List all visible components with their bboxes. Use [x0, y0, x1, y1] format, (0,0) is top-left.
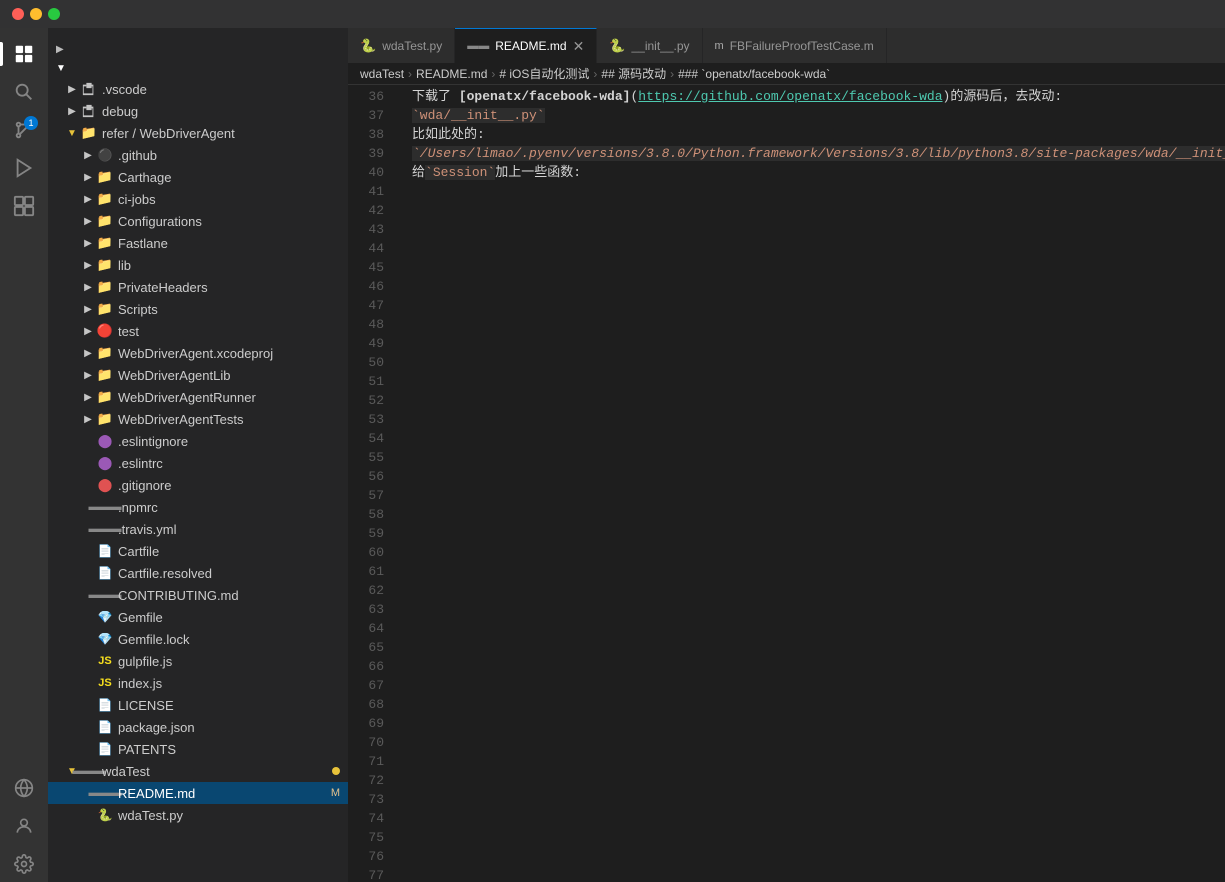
tree-item-wdatestpy[interactable]: ▶ 🐍 wdaTest.py — [48, 804, 348, 826]
activity-accounts[interactable] — [6, 808, 42, 844]
tree-item-wdalib[interactable]: ▶ 📁 WebDriverAgentLib — [48, 364, 348, 386]
project-header[interactable]: ▼ — [48, 59, 348, 78]
tree-item-privateheaders[interactable]: ▶ 📁 PrivateHeaders — [48, 276, 348, 298]
activity-explorer[interactable] — [6, 36, 42, 72]
tree-item-license[interactable]: ▶ 📄 LICENSE — [48, 694, 348, 716]
tree-item-carthage[interactable]: ▶ 📁 Carthage — [48, 166, 348, 188]
tree-item-vscode[interactable]: ▶ .vscode — [48, 78, 348, 100]
sidebar: ▶ ▼ ▶ .vscode ▶ — [48, 28, 348, 882]
tree-item-wdatest-folder[interactable]: ▼ ▬▬▬ wdaTest — [48, 760, 348, 782]
tree-item-contributing[interactable]: ▶ ▬▬▬ CONTRIBUTING.md — [48, 584, 348, 606]
file-tree: ▶ .vscode ▶ debug ▼ 📁 refer / W — [48, 78, 348, 882]
tree-item-eslintignore[interactable]: ▶ ⬤ .eslintignore — [48, 430, 348, 452]
tree-item-gemfile[interactable]: ▶ 💎 Gemfile — [48, 606, 348, 628]
tree-item-cartfileresolved[interactable]: ▶ 📄 Cartfile.resolved — [48, 562, 348, 584]
tree-item-packagejson[interactable]: ▶ 📄 package.json — [48, 716, 348, 738]
tree-item-eslintrc[interactable]: ▶ ⬤ .eslintrc — [48, 452, 348, 474]
tree-item-refer[interactable]: ▼ 📁 refer / WebDriverAgent — [48, 122, 348, 144]
tree-item-debug[interactable]: ▶ debug — [48, 100, 348, 122]
tabs-bar: 🐍 wdaTest.py ▬▬ README.md ✕ 🐍 __init__.p… — [348, 28, 1225, 63]
source-control-badge: 1 — [24, 116, 38, 130]
activity-search[interactable] — [6, 74, 42, 110]
readme-m-badge: M — [331, 787, 340, 799]
activity-bar: 1 — [0, 28, 48, 882]
maximize-button[interactable] — [48, 8, 60, 20]
tree-item-configurations[interactable]: ▶ 📁 Configurations — [48, 210, 348, 232]
tree-item-gemfilelock[interactable]: ▶ 💎 Gemfile.lock — [48, 628, 348, 650]
tree-item-gitignore[interactable]: ▶ ⬤ .gitignore — [48, 474, 348, 496]
close-button[interactable] — [12, 8, 24, 20]
editor-area: 🐍 wdaTest.py ▬▬ README.md ✕ 🐍 __init__.p… — [348, 28, 1225, 882]
activity-source-control[interactable]: 1 — [6, 112, 42, 148]
tree-item-test[interactable]: ▶ 🔴 test — [48, 320, 348, 342]
tree-item-wdarunner[interactable]: ▶ 📁 WebDriverAgentRunner — [48, 386, 348, 408]
tree-item-gulpfile[interactable]: ▶ JS gulpfile.js — [48, 650, 348, 672]
tree-item-wdatests[interactable]: ▶ 📁 WebDriverAgentTests — [48, 408, 348, 430]
tab-init[interactable]: 🐍 __init__.py — [597, 28, 702, 63]
tree-item-npmrc[interactable]: ▶ ▬▬▬ .npmrc — [48, 496, 348, 518]
editor-code[interactable]: 下载了 [openatx/facebook-wda](https://githu… — [396, 85, 1225, 882]
breadcrumb: wdaTest › README.md › # iOS自动化测试 › ## 源码… — [348, 63, 1225, 85]
tab-close-readme[interactable]: ✕ — [573, 38, 585, 55]
activity-remote[interactable] — [6, 770, 42, 806]
tree-item-fastlane[interactable]: ▶ 📁 Fastlane — [48, 232, 348, 254]
tab-fbfailure[interactable]: m FBFailureProofTestCase.m — [703, 28, 887, 63]
titlebar — [0, 0, 1225, 28]
tree-item-github[interactable]: ▶ ⚫ .github — [48, 144, 348, 166]
tree-item-patents[interactable]: ▶ 📄 PATENTS — [48, 738, 348, 760]
tree-item-indexjs[interactable]: ▶ JS index.js — [48, 672, 348, 694]
tab-readme[interactable]: ▬▬ README.md ✕ — [455, 28, 597, 63]
tree-item-readme[interactable]: ▶ ▬▬▬ README.md M — [48, 782, 348, 804]
line-numbers: 3637383940 4142434445 4647484950 5152535… — [348, 85, 396, 882]
activity-debug[interactable] — [6, 150, 42, 186]
sidebar-header — [48, 28, 348, 40]
tree-item-ci-jobs[interactable]: ▶ 📁 ci-jobs — [48, 188, 348, 210]
open-editors-header[interactable]: ▶ — [48, 40, 348, 59]
tree-item-travisyml[interactable]: ▶ ▬▬▬ .travis.yml — [48, 518, 348, 540]
traffic-lights — [12, 8, 60, 20]
tree-item-lib[interactable]: ▶ 📁 lib — [48, 254, 348, 276]
tab-wdatestpy[interactable]: 🐍 wdaTest.py — [348, 28, 455, 63]
tree-item-xcodeproj[interactable]: ▶ 📁 WebDriverAgent.xcodeproj — [48, 342, 348, 364]
activity-extensions[interactable] — [6, 188, 42, 224]
code-editor[interactable]: 3637383940 4142434445 4647484950 5152535… — [348, 85, 1225, 882]
tree-item-scripts[interactable]: ▶ 📁 Scripts — [48, 298, 348, 320]
minimize-button[interactable] — [30, 8, 42, 20]
tree-item-cartfile[interactable]: ▶ 📄 Cartfile — [48, 540, 348, 562]
wdatest-dot-badge — [332, 767, 340, 775]
activity-settings[interactable] — [6, 846, 42, 882]
